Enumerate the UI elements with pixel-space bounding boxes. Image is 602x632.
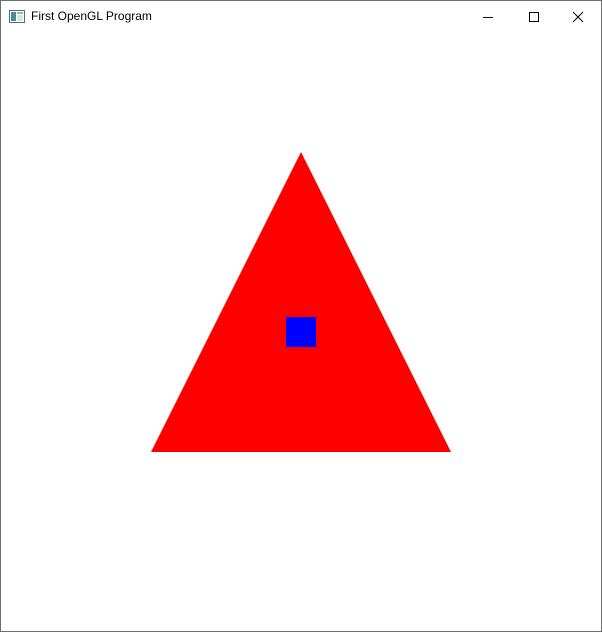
maximize-button[interactable] (511, 1, 557, 32)
maximize-icon (529, 11, 539, 22)
close-icon (572, 11, 584, 22)
minimize-icon (483, 16, 493, 18)
blue-square (286, 317, 316, 347)
title-bar[interactable]: First OpenGL Program (1, 1, 601, 32)
minimize-button[interactable] (465, 1, 511, 32)
app-window-icon (9, 9, 25, 25)
close-button[interactable] (555, 1, 601, 32)
window-title: First OpenGL Program (31, 9, 152, 23)
opengl-viewport[interactable] (1, 32, 601, 631)
red-triangle (151, 152, 451, 452)
app-window: First OpenGL Program (0, 0, 602, 632)
